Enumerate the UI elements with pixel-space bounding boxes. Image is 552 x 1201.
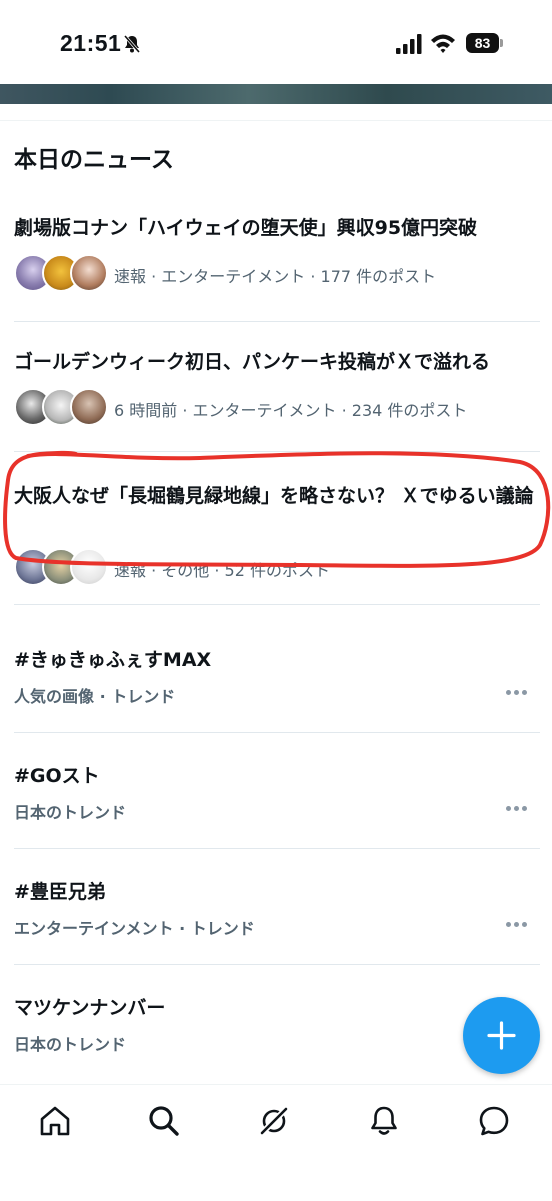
divider: [0, 120, 552, 121]
messages-icon[interactable]: [476, 1103, 512, 1139]
news-headline: 劇場版コナン「ハイウェイの堕天使」興収95億円突破: [14, 217, 478, 239]
news-avatars: [14, 254, 108, 294]
news-avatars: [14, 388, 108, 428]
trend-title: #GOスト: [14, 765, 100, 787]
header-banner[interactable]: [0, 84, 552, 104]
news-item[interactable]: ゴールデンウィーク初日、パンケーキ投稿がＸで溢れる 6 時間前 · エンターテイ…: [0, 322, 552, 450]
more-icon[interactable]: [506, 690, 530, 698]
news-meta: 速報 · エンターテイメント · 177 件のポスト: [114, 267, 437, 286]
trend-subtitle: 日本のトレンド: [14, 803, 127, 822]
plus-icon: [487, 1021, 516, 1050]
trend-subtitle: 人気の画像 · トレンド: [14, 687, 176, 706]
trend-item[interactable]: #豊臣兄弟 エンターテインメント · トレンド: [0, 849, 552, 964]
news-meta: 6 時間前 · エンターテイメント · 234 件のポスト: [114, 401, 468, 420]
trend-title: #きゅきゅふぇすMAX: [14, 649, 212, 671]
wifi-icon: [431, 34, 455, 53]
search-icon[interactable]: [146, 1103, 182, 1139]
grok-icon[interactable]: [256, 1103, 292, 1139]
avatar: [70, 254, 108, 292]
battery-tip: [500, 39, 503, 47]
news-item[interactable]: 大阪人なぜ「長堀鶴見緑地線」を略さない？ Ｘでゆるい議論 速報 · その他 · …: [0, 452, 552, 602]
status-time: 21:51: [60, 30, 122, 56]
battery-level: 83: [466, 33, 499, 53]
section-title: 本日のニュース: [14, 147, 174, 173]
news-headline: 大阪人なぜ「長堀鶴見緑地線」を略さない？ Ｘでゆるい議論: [14, 485, 534, 507]
trend-title: マツケンナンバー: [14, 997, 166, 1019]
trend-item[interactable]: #きゅきゅふぇすMAX 人気の画像 · トレンド: [0, 605, 552, 732]
avatar: [70, 388, 108, 426]
trend-item[interactable]: #GOスト 日本のトレンド: [0, 733, 552, 848]
news-headline: ゴールデンウィーク初日、パンケーキ投稿がＸで溢れる: [14, 351, 490, 373]
notifications-icon[interactable]: [366, 1103, 402, 1139]
news-item[interactable]: 劇場版コナン「ハイウェイの堕天使」興収95億円突破 速報 · エンターテイメント…: [0, 190, 552, 320]
bottom-tab-bar: [0, 1084, 552, 1201]
trend-subtitle: エンターテインメント · トレンド: [14, 919, 255, 938]
avatar: [70, 548, 108, 586]
compose-button[interactable]: [463, 997, 540, 1074]
home-icon[interactable]: [37, 1103, 73, 1139]
trend-title: #豊臣兄弟: [14, 881, 106, 903]
status-bar: 21:51 83: [0, 0, 552, 84]
battery-icon: 83: [466, 33, 504, 55]
bell-off-icon: [123, 35, 141, 53]
signal-icon: [396, 34, 422, 54]
more-icon[interactable]: [506, 922, 530, 930]
more-icon[interactable]: [506, 806, 530, 814]
news-avatars: [14, 548, 108, 588]
trend-subtitle: 日本のトレンド: [14, 1035, 127, 1054]
news-meta: 速報 · その他 · 52 件のポスト: [114, 561, 330, 580]
